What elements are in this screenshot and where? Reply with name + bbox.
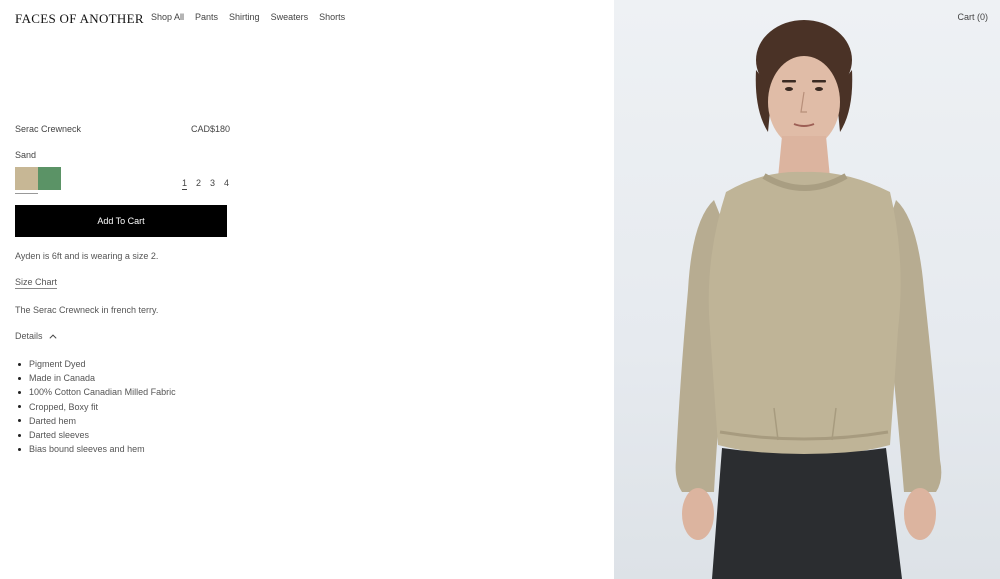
bullet-icon (18, 419, 21, 423)
product-price: CAD$180 (191, 124, 231, 134)
details-label: Details (15, 331, 43, 341)
swatch-sand[interactable] (15, 167, 38, 190)
brand-logo[interactable]: FACES OF ANOTHER (15, 11, 144, 27)
details-toggle[interactable]: Details (15, 331, 57, 341)
bullet-icon (18, 405, 21, 409)
list-item: Bias bound sleeves and hem (15, 442, 176, 456)
list-item: Cropped, Boxy fit (15, 400, 176, 414)
bullet-icon (18, 376, 21, 380)
nav-pants[interactable]: Pants (195, 12, 218, 22)
size-option-3[interactable]: 3 (210, 178, 215, 190)
product-photo[interactable] (614, 0, 1000, 579)
bullet-icon (18, 447, 21, 451)
size-option-4[interactable]: 4 (224, 178, 229, 190)
selected-swatch-indicator (15, 193, 38, 194)
nav-shirting[interactable]: Shirting (229, 12, 260, 22)
details-list: Pigment Dyed Made in Canada 100% Cotton … (15, 357, 176, 456)
list-item: Darted hem (15, 414, 176, 428)
bullet-icon (18, 433, 21, 437)
model-illustration (675, 20, 942, 579)
cart-link[interactable]: Cart (0) (957, 12, 988, 22)
list-item: Made in Canada (15, 371, 176, 385)
size-selector: 1 2 3 4 (182, 178, 229, 190)
list-item: Pigment Dyed (15, 357, 176, 371)
nav-shop-all[interactable]: Shop All (151, 12, 184, 22)
product-name: Serac Crewneck (15, 124, 82, 134)
list-item: 100% Cotton Canadian Milled Fabric (15, 385, 176, 399)
list-item: Darted sleeves (15, 428, 176, 442)
add-to-cart-button[interactable]: Add To Cart (15, 205, 227, 237)
size-option-2[interactable]: 2 (196, 178, 201, 190)
product-description: The Serac Crewneck in french terry. (15, 305, 159, 315)
chevron-up-icon (48, 333, 57, 339)
bullet-icon (18, 362, 21, 366)
swatch-green[interactable] (38, 167, 61, 190)
size-option-1[interactable]: 1 (182, 178, 188, 190)
nav-sweaters[interactable]: Sweaters (271, 12, 309, 22)
selected-color-label: Sand (15, 150, 37, 160)
model-size-note: Ayden is 6ft and is wearing a size 2. (15, 251, 159, 261)
size-chart-link[interactable]: Size Chart (15, 277, 58, 289)
main-nav: Shop All Pants Shirting Sweaters Shorts (151, 12, 345, 22)
color-swatches (15, 167, 61, 190)
bullet-icon (18, 390, 21, 394)
nav-shorts[interactable]: Shorts (319, 12, 345, 22)
